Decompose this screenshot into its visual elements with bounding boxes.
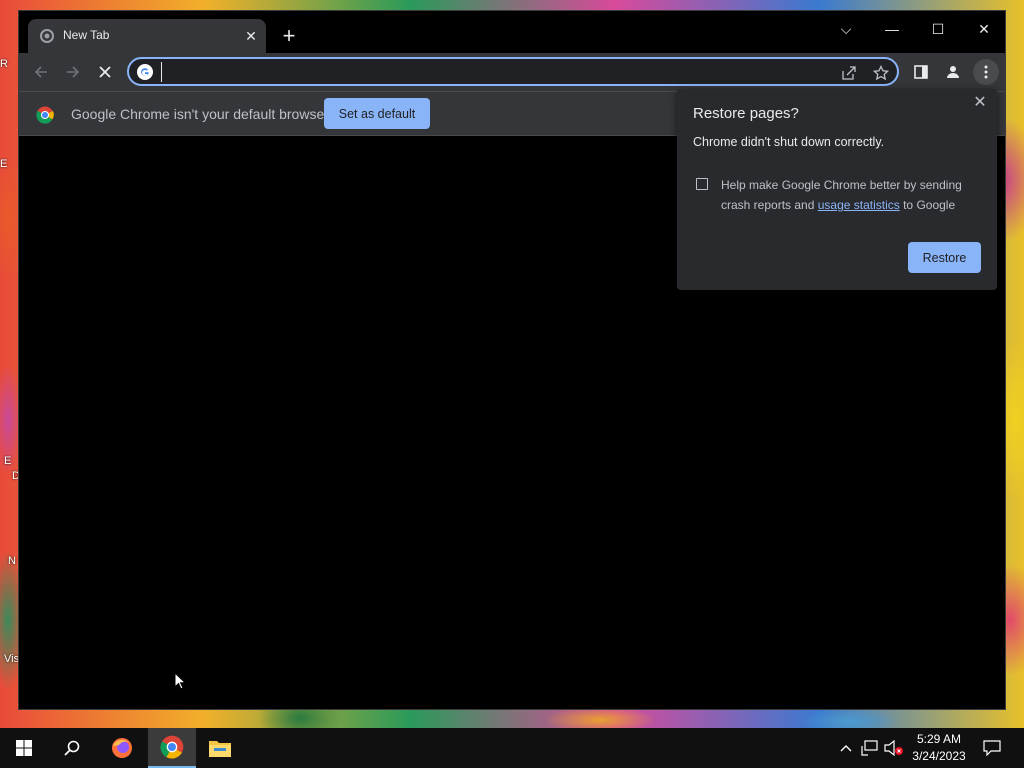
- system-clock[interactable]: 5:29 AM 3/24/2023: [906, 731, 972, 765]
- tab-new-tab[interactable]: New Tab ✕: [28, 19, 266, 54]
- show-hidden-icons-chevron-icon[interactable]: [836, 738, 856, 758]
- taskbar-firefox[interactable]: [98, 728, 146, 768]
- set-as-default-button[interactable]: Set as default: [324, 98, 430, 129]
- loading-favicon-icon: [40, 29, 54, 43]
- side-panel-button[interactable]: [909, 60, 933, 84]
- volume-muted-icon[interactable]: [884, 738, 904, 758]
- infobar-message: Google Chrome isn't your default browser: [71, 106, 329, 122]
- toolbar: [19, 53, 1005, 91]
- clock-time: 5:29 AM: [916, 732, 962, 746]
- mouse-cursor-icon: [174, 672, 186, 690]
- chrome-logo-icon: [36, 106, 54, 124]
- desktop-icon-label[interactable]: E: [0, 158, 7, 170]
- google-g-icon: [137, 64, 153, 80]
- omnibox[interactable]: [127, 57, 899, 86]
- close-window-button[interactable]: ✕: [969, 16, 999, 42]
- forward-button[interactable]: [61, 60, 85, 84]
- tab-strip: New Tab ✕ + ⌵ — ☐ ✕: [19, 11, 1005, 54]
- tab-title: New Tab: [63, 28, 110, 42]
- close-icon[interactable]: ✕: [969, 92, 991, 114]
- tab-close-icon[interactable]: ✕: [242, 27, 260, 45]
- network-icon[interactable]: [860, 738, 880, 758]
- back-button[interactable]: [29, 60, 53, 84]
- crash-reports-label: Help make Google Chrome better by sendin…: [721, 175, 981, 215]
- maximize-button[interactable]: ☐: [923, 16, 953, 42]
- tab-search-icon[interactable]: ⌵: [831, 16, 861, 42]
- crash-reports-checkbox[interactable]: [696, 178, 708, 190]
- new-tab-button[interactable]: +: [278, 25, 300, 48]
- clock-date: 3/24/2023: [912, 749, 966, 763]
- taskbar-chrome[interactable]: [148, 728, 196, 768]
- file-explorer-icon: [209, 741, 231, 757]
- windows-logo-icon: [16, 740, 32, 756]
- action-center-icon[interactable]: [982, 738, 1002, 758]
- kebab-menu-icon: [984, 65, 988, 79]
- stop-loading-button[interactable]: [93, 60, 117, 84]
- share-icon[interactable]: [839, 63, 859, 83]
- profile-button[interactable]: [941, 60, 965, 84]
- taskbar-file-explorer[interactable]: [196, 728, 244, 768]
- usage-statistics-link[interactable]: usage statistics: [818, 198, 900, 212]
- address-input[interactable]: [161, 62, 821, 82]
- desktop-icon-label[interactable]: Vis: [4, 653, 19, 665]
- bookmark-star-icon[interactable]: [871, 63, 891, 83]
- chrome-icon: [160, 735, 184, 759]
- forward-arrow-icon: [67, 66, 80, 78]
- desktop-icon-label[interactable]: R: [0, 58, 8, 70]
- restore-pages-popup: Restore pages? ✕ Chrome didn't shut down…: [677, 89, 997, 290]
- side-panel-icon: [914, 65, 928, 79]
- menu-button[interactable]: [973, 59, 999, 85]
- taskbar-search-button[interactable]: [48, 728, 96, 768]
- firefox-icon: [112, 738, 132, 758]
- taskbar: 5:29 AM 3/24/2023: [0, 728, 1024, 768]
- desktop-icon-label[interactable]: N: [8, 555, 16, 567]
- crash-reports-text-end: to Google: [899, 198, 956, 212]
- stop-icon: [99, 66, 111, 78]
- popup-title: Restore pages?: [693, 105, 799, 122]
- profile-icon: [947, 66, 959, 78]
- desktop-icon-label[interactable]: E: [4, 455, 11, 467]
- search-icon: [64, 740, 80, 756]
- back-arrow-icon: [34, 66, 47, 78]
- start-button[interactable]: [0, 728, 48, 768]
- restore-button[interactable]: Restore: [908, 242, 981, 273]
- popup-message: Chrome didn't shut down correctly.: [693, 135, 885, 149]
- minimize-button[interactable]: —: [877, 16, 907, 42]
